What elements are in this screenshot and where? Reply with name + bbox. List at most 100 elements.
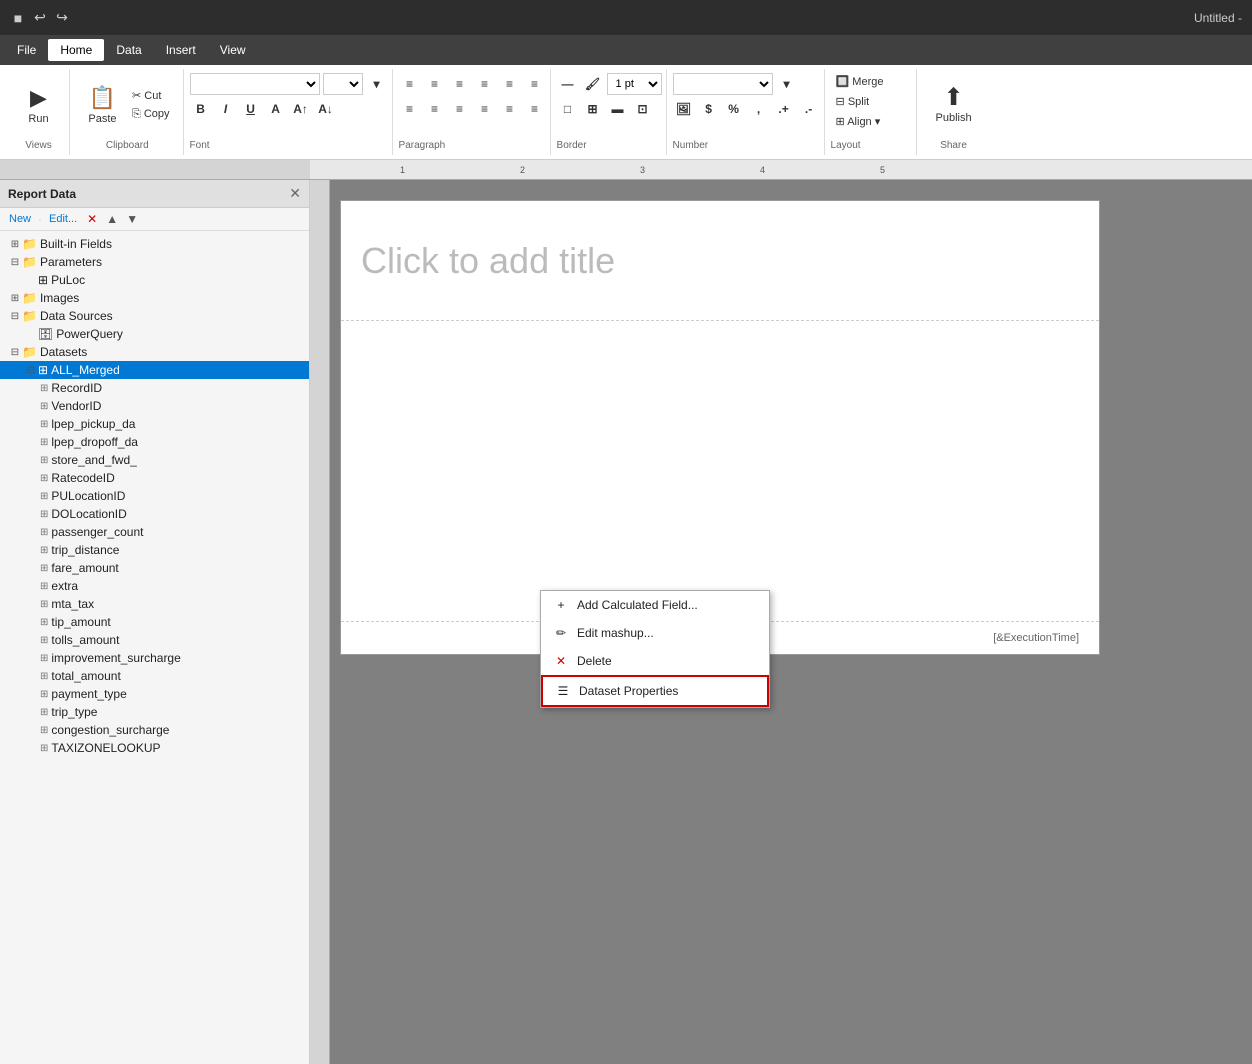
tree-item-all-merged[interactable]: ⊟ ⊞ ALL_Merged: [0, 361, 309, 379]
fill-color-button[interactable]: ▬: [607, 98, 629, 120]
number-chevron-icon[interactable]: ▾: [776, 73, 798, 95]
underline-button[interactable]: U: [240, 98, 262, 120]
font-size-dec-button[interactable]: A↓: [315, 98, 337, 120]
panel-close-button[interactable]: ✕: [289, 185, 301, 202]
tree-item-ratecodeid[interactable]: ⊞ RatecodeID: [0, 469, 309, 487]
expand-built-in[interactable]: ⊞: [8, 239, 22, 250]
paste-button[interactable]: 📋 Paste: [80, 75, 125, 135]
percent-button[interactable]: %: [723, 98, 745, 120]
tree-item-fare-amount[interactable]: ⊞ fare_amount: [0, 559, 309, 577]
dec-dec-button[interactable]: .-: [798, 98, 820, 120]
number-format-select[interactable]: [673, 73, 773, 95]
tree-item-powerquery[interactable]: 🗄 PowerQuery: [0, 325, 309, 343]
tree-item-trip-distance[interactable]: ⊞ trip_distance: [0, 541, 309, 559]
tree-item-trip-type[interactable]: ⊞ trip_type: [0, 703, 309, 721]
split-button[interactable]: ⊟ Split: [831, 93, 875, 110]
context-menu-dataset-properties[interactable]: ☰ Dataset Properties: [541, 675, 769, 707]
tree-item-tolls-amount[interactable]: ⊞ tolls_amount: [0, 631, 309, 649]
menu-file[interactable]: File: [5, 39, 48, 61]
font-size-inc-button[interactable]: A↑: [290, 98, 312, 120]
expand-images[interactable]: ⊞: [8, 293, 22, 304]
expand-parameters[interactable]: ⊟: [8, 257, 22, 268]
italic-button[interactable]: I: [215, 98, 237, 120]
undo-icon[interactable]: ↩: [32, 10, 48, 26]
tree-item-lpep-pickup[interactable]: ⊞ lpep_pickup_da: [0, 415, 309, 433]
currency-button[interactable]: $: [698, 98, 720, 120]
align-top-left-button[interactable]: ≡: [399, 73, 421, 95]
tree-item-taxizonelookup[interactable]: ⊞ TAXIZONELOOKUP: [0, 739, 309, 757]
line-spacing-button[interactable]: ≡: [474, 98, 496, 120]
menu-home[interactable]: Home: [48, 39, 104, 61]
merge-button[interactable]: 🔲 Merge: [831, 73, 889, 90]
copy-button[interactable]: ⎘ Copy: [127, 106, 175, 123]
context-menu-add-calculated-field[interactable]: + Add Calculated Field...: [541, 591, 769, 619]
tree-item-tip-amount[interactable]: ⊞ tip_amount: [0, 613, 309, 631]
comma-button[interactable]: ,: [748, 98, 770, 120]
expand-data-sources[interactable]: ⊟: [8, 311, 22, 322]
tree-item-improvement-surcharge[interactable]: ⊞ improvement_surcharge: [0, 649, 309, 667]
indent-left-button[interactable]: ≡: [399, 98, 421, 120]
tree-item-pulocationid[interactable]: ⊞ PULocationID: [0, 487, 309, 505]
indent-right-button[interactable]: ≡: [424, 98, 446, 120]
list-num-button[interactable]: ≡: [524, 98, 546, 120]
move-down-icon[interactable]: ▼: [124, 211, 140, 227]
border-pt-select[interactable]: 1 pt: [607, 73, 662, 95]
tree-item-dolocationid[interactable]: ⊞ DOLocationID: [0, 505, 309, 523]
tree-item-passenger-count[interactable]: ⊞ passenger_count: [0, 523, 309, 541]
tree-item-datasets[interactable]: ⊟ 📁 Datasets: [0, 343, 309, 361]
tree-item-data-sources[interactable]: ⊟ 📁 Data Sources: [0, 307, 309, 325]
align-top-right-button[interactable]: ≡: [449, 73, 471, 95]
align-middle-button[interactable]: ≡: [499, 73, 521, 95]
font-color-button[interactable]: A: [265, 98, 287, 120]
indent-dec-button[interactable]: ≡: [449, 98, 471, 120]
dec-inc-button[interactable]: .+: [773, 98, 795, 120]
cut-button[interactable]: ✂ Cut: [127, 87, 175, 104]
new-button[interactable]: New: [6, 211, 34, 227]
tree-item-mta-tax[interactable]: ⊞ mta_tax: [0, 595, 309, 613]
report-body-area[interactable]: [341, 321, 1099, 621]
tree-item-payment-type[interactable]: ⊞ payment_type: [0, 685, 309, 703]
align-button[interactable]: ⊞ Align ▾: [831, 113, 886, 130]
edit-button[interactable]: Edit...: [46, 211, 80, 227]
border-dash-button[interactable]: —: [557, 73, 579, 95]
move-up-icon[interactable]: ▲: [104, 211, 120, 227]
report-header-area[interactable]: Click to add title: [341, 201, 1099, 321]
font-size-select[interactable]: [323, 73, 363, 95]
list-bullet-button[interactable]: ≡: [499, 98, 521, 120]
delete-icon[interactable]: ✕: [84, 211, 100, 227]
tree-item-congestion-surcharge[interactable]: ⊞ congestion_surcharge: [0, 721, 309, 739]
tree-item-recordid[interactable]: ⊞ RecordID: [0, 379, 309, 397]
bold-button[interactable]: B: [190, 98, 212, 120]
border-all-button[interactable]: ⊞: [582, 98, 604, 120]
context-menu-edit-mashup[interactable]: ✏ Edit mashup...: [541, 619, 769, 647]
redo-icon[interactable]: ↪: [54, 10, 70, 26]
context-menu-delete[interactable]: ✕ Delete: [541, 647, 769, 675]
tree-item-images[interactable]: ⊞ 📁 Images: [0, 289, 309, 307]
tree-item-store-fwd[interactable]: ⊞ store_and_fwd_: [0, 451, 309, 469]
tree-item-total-amount[interactable]: ⊞ total_amount: [0, 667, 309, 685]
border-color-button[interactable]: 🖌: [582, 73, 604, 95]
expand-datasets[interactable]: ⊟: [8, 347, 22, 358]
menu-insert[interactable]: Insert: [154, 39, 208, 61]
chevron-down-icon[interactable]: ▾: [366, 73, 388, 95]
align-top-button[interactable]: ≡: [474, 73, 496, 95]
publish-button[interactable]: ⬆ Publish: [928, 73, 980, 133]
tree-item-vendorid[interactable]: ⊞ VendorID: [0, 397, 309, 415]
tree-item-extra[interactable]: ⊞ extra: [0, 577, 309, 595]
tree-item-lpep-dropoff[interactable]: ⊞ lpep_dropoff_da: [0, 433, 309, 451]
align-top-center-button[interactable]: ≡: [424, 73, 446, 95]
menu-data[interactable]: Data: [104, 39, 153, 61]
font-family-select[interactable]: [190, 73, 320, 95]
align-bottom-button[interactable]: ≡: [524, 73, 546, 95]
expand-all-merged[interactable]: ⊟: [24, 365, 38, 376]
border-none-button[interactable]: □: [557, 98, 579, 120]
padding-button[interactable]: ⊡: [632, 98, 654, 120]
tree-item-parameters[interactable]: ⊟ 📁 Parameters: [0, 253, 309, 271]
report-title-placeholder[interactable]: Click to add title: [361, 240, 615, 282]
menu-view[interactable]: View: [208, 39, 258, 61]
tree-item-puloc[interactable]: ⊞ PuLoc: [0, 271, 309, 289]
image-button[interactable]: 🖼: [673, 98, 695, 120]
field-icon-trip-type: ⊞: [40, 707, 48, 718]
tree-item-built-in-fields[interactable]: ⊞ 📁 Built-in Fields: [0, 235, 309, 253]
run-button[interactable]: ▶ Run: [16, 75, 61, 135]
